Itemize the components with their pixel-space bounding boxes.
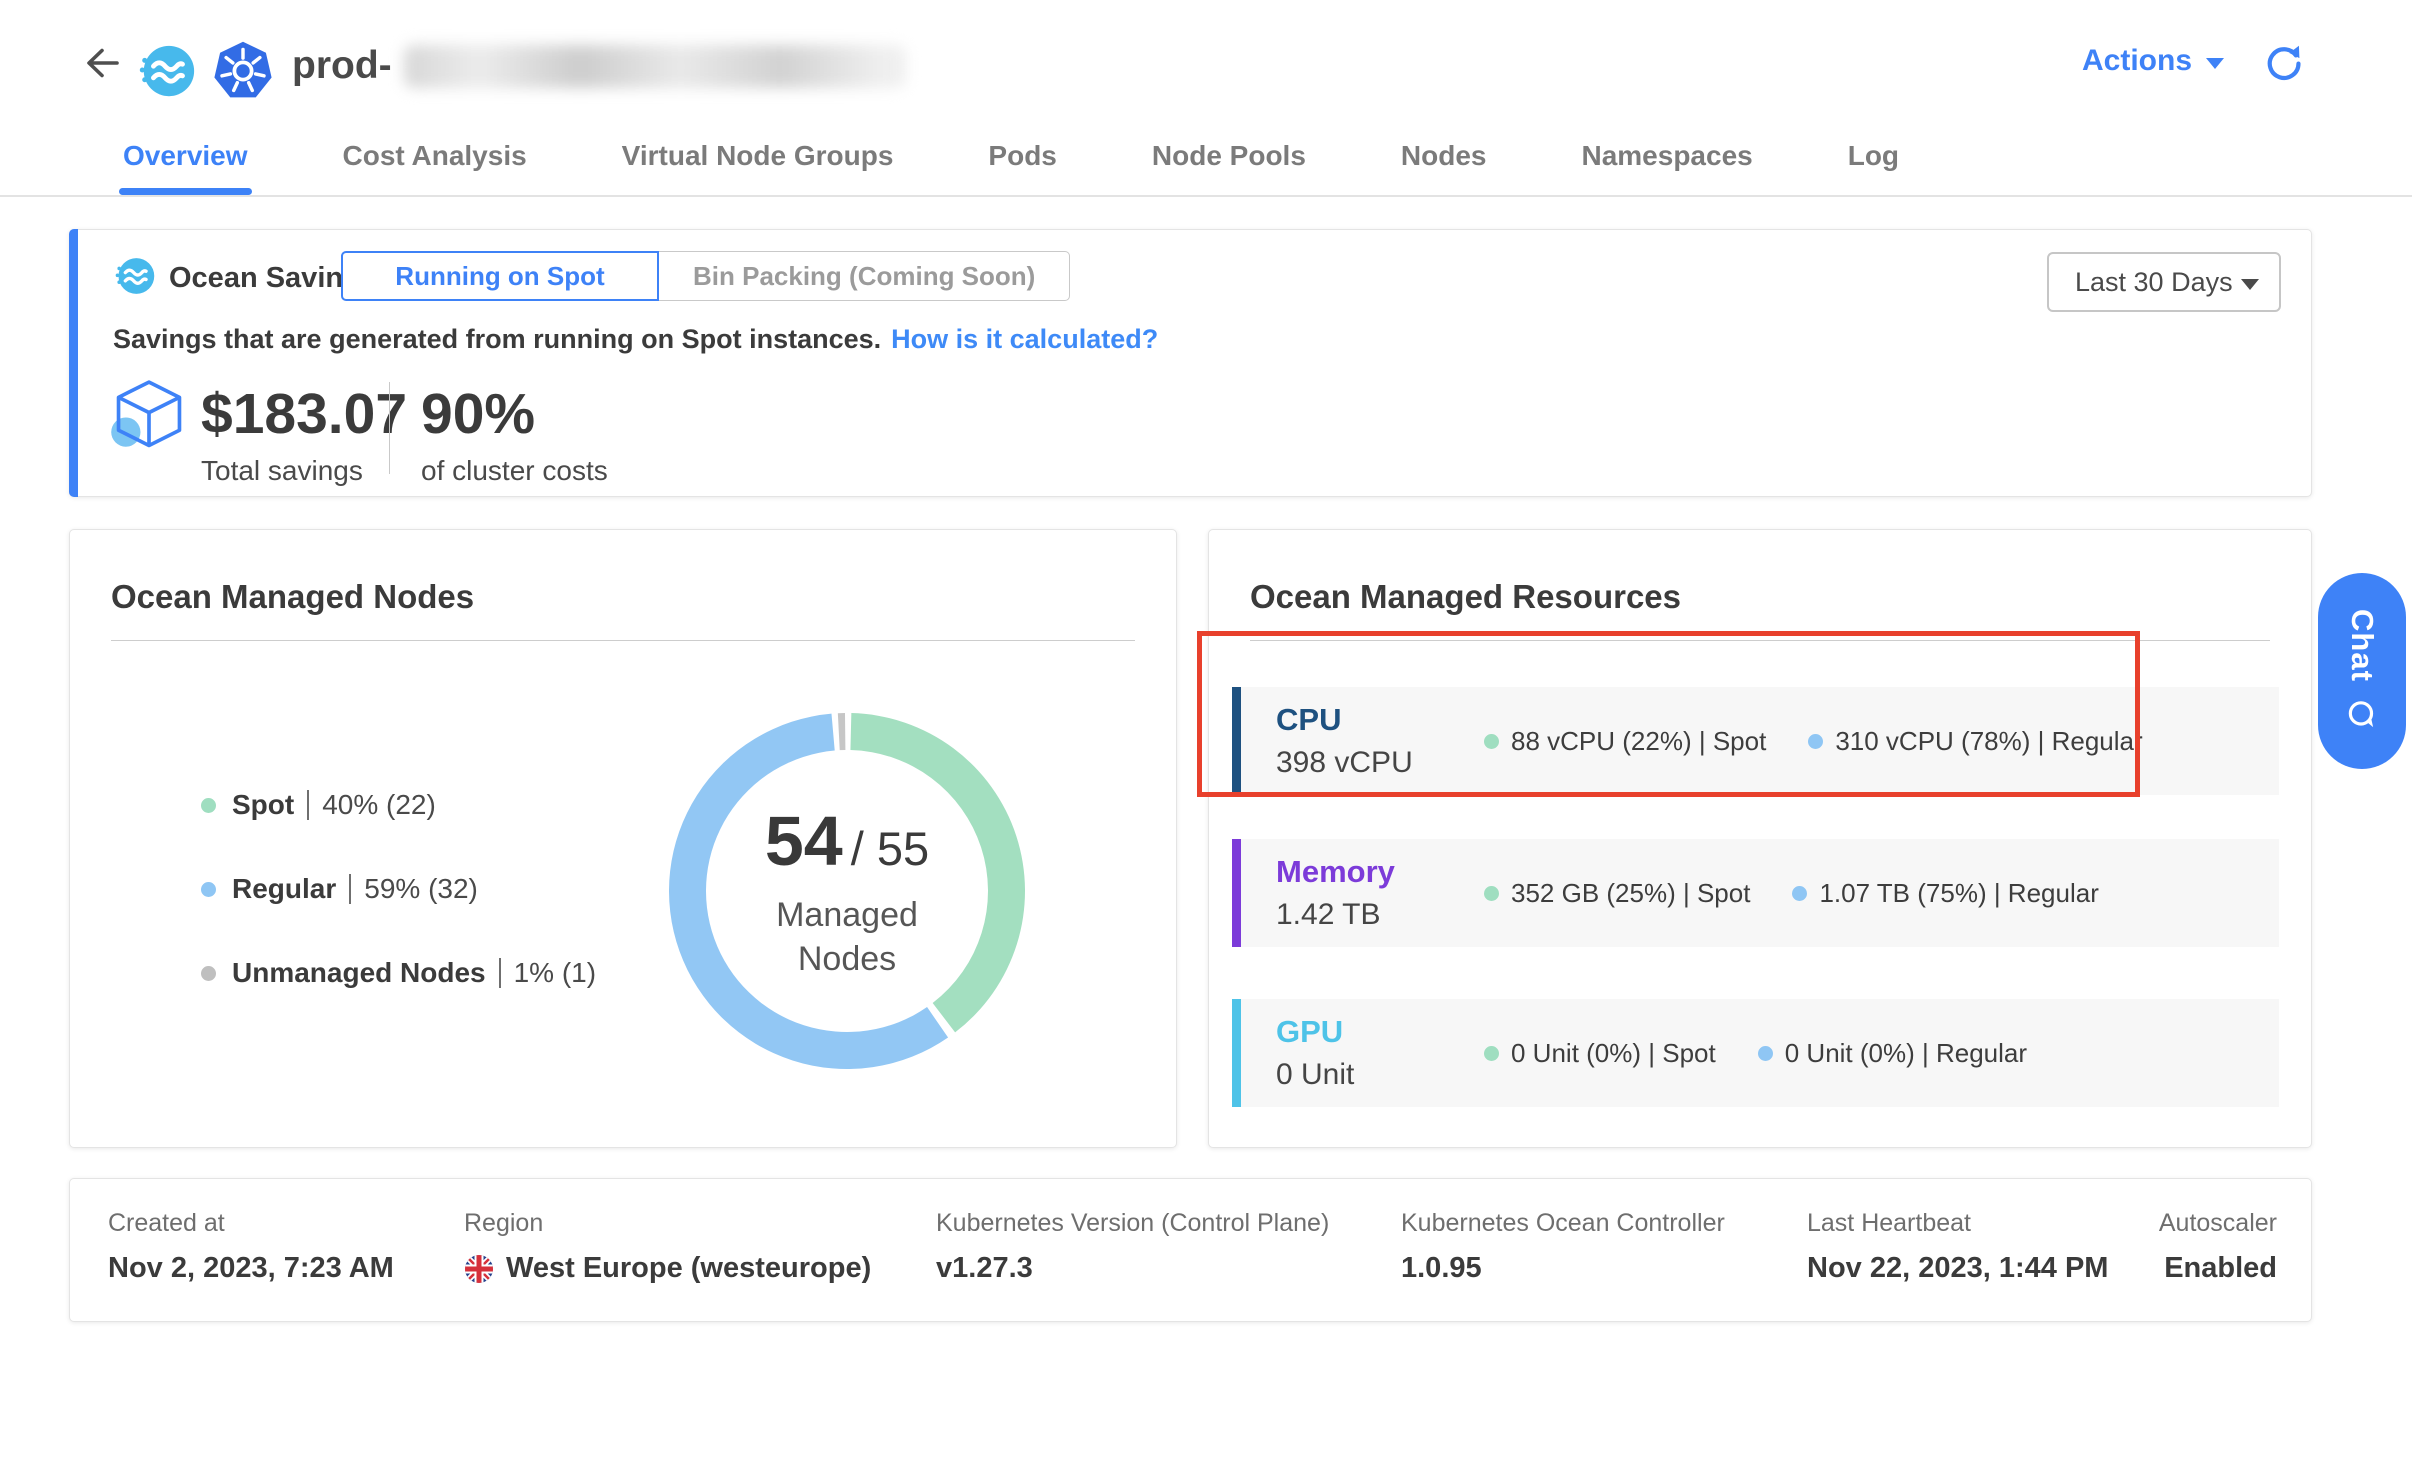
back-arrow-icon [79, 41, 123, 85]
donut-caption: Managed Nodes [776, 893, 918, 981]
spot-legend-dot [1484, 1046, 1499, 1061]
ocean-logo-icon [136, 40, 198, 102]
period-dropdown-value: Last 30 Days [2075, 267, 2233, 298]
memory-color-bar [1232, 839, 1241, 947]
total-savings-value: $183.07 [201, 386, 407, 443]
resource-row-gpu: GPU 0 Unit 0 Unit (0%) | Spot 0 Unit (0%… [1232, 999, 2279, 1107]
memory-legend: 352 GB (25%) | Spot 1.07 TB (75%) | Regu… [1484, 878, 2099, 909]
actions-label: Actions [2082, 44, 2192, 78]
managed-resources-card: Ocean Managed Resources CPU 398 vCPU 88 … [1208, 529, 2312, 1148]
total-count: / 55 [851, 821, 929, 876]
managed-resources-title: Ocean Managed Resources [1250, 578, 1681, 616]
footer-created-at: Created at Nov 2, 2023, 7:23 AM [108, 1209, 394, 1285]
tab-bar: Overview Cost Analysis Virtual Node Grou… [0, 117, 2412, 197]
cpu-label: CPU [1276, 702, 1484, 738]
banner-accent-bar [69, 229, 78, 497]
managed-nodes-donut: 54 / 55 Managed Nodes [657, 701, 1037, 1081]
memory-label: Memory [1276, 854, 1484, 890]
stats-divider [389, 382, 390, 474]
regular-legend-dot [1758, 1046, 1773, 1061]
gpu-total: 0 Unit [1276, 1058, 1484, 1092]
managed-nodes-card: Ocean Managed Nodes Spot 40% (22) Regula… [69, 529, 1177, 1148]
autoscaler-status: Enabled [2159, 1252, 2277, 1285]
cluster-cost-percent-label: of cluster costs [421, 455, 608, 487]
actions-button[interactable]: Actions [2082, 44, 2224, 78]
chat-bubble-icon [2344, 697, 2380, 733]
tab-overview[interactable]: Overview [123, 117, 248, 195]
managed-count: 54 [765, 801, 843, 881]
legend-item-regular: Regular 59% (32) [201, 872, 596, 906]
cluster-info-footer: Created at Nov 2, 2023, 7:23 AM Region W… [69, 1178, 2312, 1322]
period-dropdown[interactable]: Last 30 Days [2047, 252, 2281, 312]
spot-legend-dot [1484, 734, 1499, 749]
refresh-button[interactable] [2262, 42, 2306, 86]
cluster-cost-percent-stat: 90% of cluster costs [421, 386, 608, 487]
regular-legend-dot [1808, 734, 1823, 749]
how-calculated-link[interactable]: How is it calculated? [891, 324, 1158, 354]
regular-legend-dot [1792, 886, 1807, 901]
cpu-total: 398 vCPU [1276, 746, 1484, 780]
legend-separator [307, 790, 309, 820]
footer-ocean-controller: Kubernetes Ocean Controller 1.0.95 [1401, 1209, 1725, 1285]
tab-namespaces[interactable]: Namespaces [1581, 117, 1752, 195]
footer-k8s-version: Kubernetes Version (Control Plane) v1.27… [936, 1209, 1329, 1285]
tab-pods[interactable]: Pods [988, 117, 1056, 195]
total-savings-label: Total savings [201, 455, 407, 487]
cluster-cost-percent-value: 90% [421, 386, 608, 443]
tab-cost-analysis[interactable]: Cost Analysis [343, 117, 527, 195]
kubernetes-logo-icon [212, 40, 274, 102]
resource-row-cpu: CPU 398 vCPU 88 vCPU (22%) | Spot 310 vC… [1232, 687, 2279, 795]
savings-cube-icon [110, 376, 188, 454]
cpu-legend: 88 vCPU (22%) | Spot 310 vCPU (78%) | Re… [1484, 726, 2143, 757]
bin-packing-toggle[interactable]: Bin Packing (Coming Soon) [659, 251, 1070, 301]
legend-separator [499, 958, 501, 988]
legend-item-spot: Spot 40% (22) [201, 788, 596, 822]
unmanaged-legend-dot [201, 966, 216, 981]
divider [111, 640, 1135, 641]
gpu-legend: 0 Unit (0%) | Spot 0 Unit (0%) | Regular [1484, 1038, 2027, 1069]
savings-description: Savings that are generated from running … [113, 324, 1158, 355]
cpu-color-bar [1232, 687, 1241, 795]
footer-autoscaler: Autoscaler Enabled [2159, 1209, 2277, 1285]
redacted-cluster-name [404, 45, 906, 88]
spot-legend-dot [201, 798, 216, 813]
uk-flag-icon [464, 1254, 494, 1284]
running-on-spot-toggle[interactable]: Running on Spot [341, 251, 659, 301]
ocean-cluster-overview-page: prod- Actions Overview Cost Analysis Vir… [0, 0, 2412, 1478]
footer-region: Region West Europe (westeurope) [464, 1209, 871, 1285]
tab-nodes[interactable]: Nodes [1401, 117, 1487, 195]
tab-log[interactable]: Log [1848, 117, 1899, 195]
chevron-down-icon [2241, 279, 2259, 290]
resource-row-memory: Memory 1.42 TB 352 GB (25%) | Spot 1.07 … [1232, 839, 2279, 947]
savings-mode-toggle: Running on Spot Bin Packing (Coming Soon… [341, 251, 1070, 301]
memory-total: 1.42 TB [1276, 898, 1484, 932]
donut-center-label: 54 / 55 Managed Nodes [657, 701, 1037, 1081]
legend-separator [349, 874, 351, 904]
back-button[interactable] [78, 41, 124, 87]
refresh-icon [2263, 42, 2305, 84]
regular-legend-dot [201, 882, 216, 897]
chat-label: Chat [2344, 609, 2380, 682]
top-header: prod- Actions [0, 0, 2412, 117]
managed-nodes-title: Ocean Managed Nodes [111, 578, 474, 616]
ocean-savings-icon [113, 254, 157, 298]
chat-button[interactable]: Chat [2318, 573, 2406, 769]
legend-item-unmanaged: Unmanaged Nodes 1% (1) [201, 956, 596, 990]
tab-node-pools[interactable]: Node Pools [1152, 117, 1306, 195]
footer-last-heartbeat: Last Heartbeat Nov 22, 2023, 1:44 PM [1807, 1209, 2108, 1285]
spot-legend-dot [1484, 886, 1499, 901]
tab-virtual-node-groups[interactable]: Virtual Node Groups [622, 117, 894, 195]
managed-nodes-legend: Spot 40% (22) Regular 59% (32) Unmanaged… [201, 788, 596, 990]
gpu-color-bar [1232, 999, 1241, 1107]
chevron-down-icon [2206, 58, 2224, 69]
gpu-label: GPU [1276, 1014, 1484, 1050]
total-savings-stat: $183.07 Total savings [201, 386, 407, 487]
page-title: prod- [292, 44, 392, 88]
divider [1250, 640, 2270, 641]
ocean-savings-banner: Ocean Savings: Running on Spot Bin Packi… [69, 229, 2312, 497]
